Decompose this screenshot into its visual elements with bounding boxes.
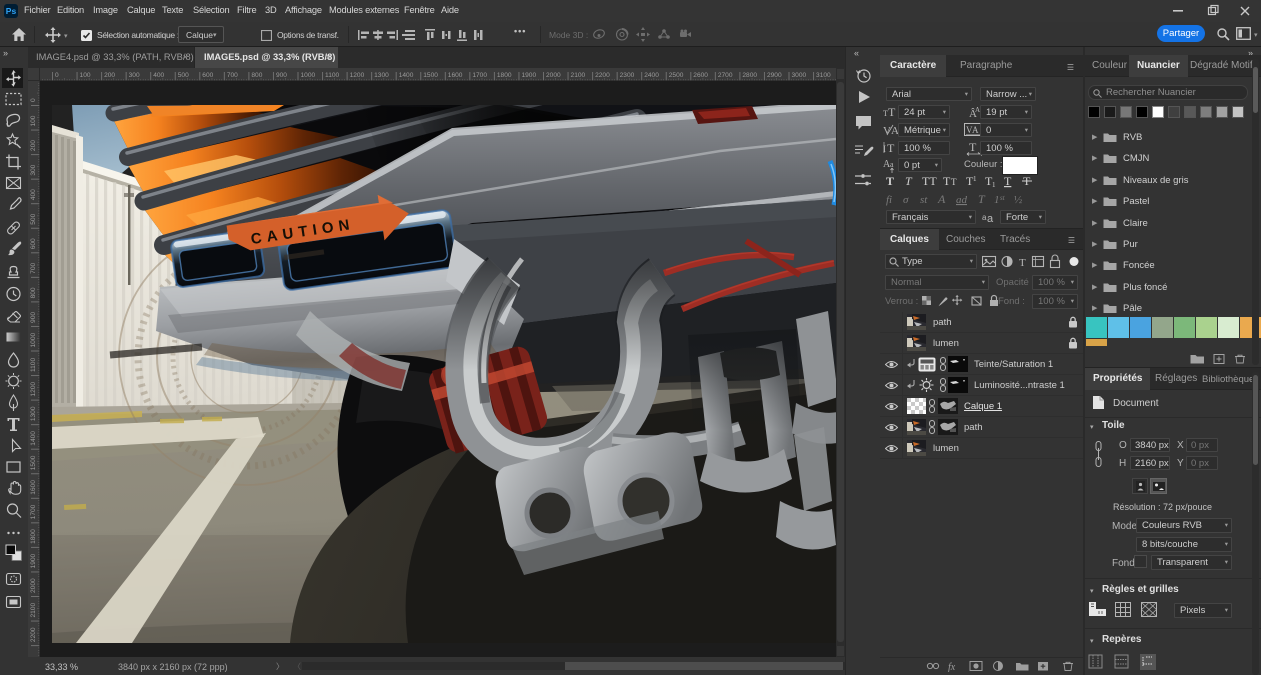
svg-text:1700: 1700 bbox=[30, 504, 37, 519]
svg-text:fi: fi bbox=[886, 194, 892, 206]
svg-text:T: T bbox=[886, 174, 894, 188]
svg-text:1: 1 bbox=[973, 175, 977, 183]
svg-text:400: 400 bbox=[30, 189, 37, 200]
svg-text:ad: ad bbox=[956, 194, 968, 206]
svg-text:1600: 1600 bbox=[448, 72, 463, 79]
svg-text:TT: TT bbox=[922, 174, 937, 188]
svg-text:1400: 1400 bbox=[30, 431, 37, 446]
svg-text:1900: 1900 bbox=[521, 72, 536, 79]
svg-text:A: A bbox=[972, 125, 979, 135]
svg-text:2900: 2900 bbox=[767, 72, 782, 79]
svg-text:2400: 2400 bbox=[644, 72, 659, 79]
svg-text:1700: 1700 bbox=[472, 72, 487, 79]
svg-text:1400: 1400 bbox=[399, 72, 414, 79]
svg-text:fx: fx bbox=[948, 662, 956, 672]
svg-text:200: 200 bbox=[30, 140, 37, 151]
svg-text:3100: 3100 bbox=[816, 72, 831, 79]
svg-text:2000: 2000 bbox=[30, 578, 37, 593]
svg-text:900: 900 bbox=[30, 312, 37, 323]
svg-text:σ: σ bbox=[903, 194, 909, 206]
svg-text:500: 500 bbox=[30, 213, 37, 224]
svg-text:1800: 1800 bbox=[497, 72, 512, 79]
svg-text:600: 600 bbox=[30, 238, 37, 249]
svg-text:1800: 1800 bbox=[30, 529, 37, 544]
svg-text:2800: 2800 bbox=[742, 72, 757, 79]
svg-text:2100: 2100 bbox=[571, 72, 586, 79]
svg-text:2500: 2500 bbox=[669, 72, 684, 79]
svg-text:2600: 2600 bbox=[693, 72, 708, 79]
svg-text:T: T bbox=[978, 192, 986, 206]
svg-text:2200: 2200 bbox=[30, 627, 37, 642]
svg-text:T: T bbox=[888, 105, 896, 119]
svg-text:1000: 1000 bbox=[301, 72, 316, 79]
svg-text:1500: 1500 bbox=[30, 455, 37, 470]
svg-text:900: 900 bbox=[276, 72, 287, 79]
svg-text:0: 0 bbox=[55, 72, 59, 79]
svg-text:1300: 1300 bbox=[30, 406, 37, 421]
svg-text:a: a bbox=[987, 213, 994, 224]
svg-text:T: T bbox=[951, 177, 957, 187]
svg-text:1600: 1600 bbox=[30, 480, 37, 495]
svg-text:2100: 2100 bbox=[30, 603, 37, 618]
svg-text:2000: 2000 bbox=[546, 72, 561, 79]
svg-text:T: T bbox=[1019, 257, 1026, 269]
svg-text:1: 1 bbox=[994, 194, 1000, 206]
svg-text:st: st bbox=[1000, 194, 1006, 202]
svg-text:T: T bbox=[887, 141, 895, 155]
svg-text:st: st bbox=[920, 194, 928, 206]
svg-text:3000: 3000 bbox=[792, 72, 807, 79]
svg-text:0: 0 bbox=[30, 98, 37, 102]
svg-text:T: T bbox=[943, 174, 951, 188]
svg-text:1300: 1300 bbox=[374, 72, 389, 79]
svg-text:500: 500 bbox=[178, 72, 189, 79]
svg-text:300: 300 bbox=[129, 72, 140, 79]
svg-text:1000: 1000 bbox=[30, 332, 37, 347]
svg-text:1500: 1500 bbox=[423, 72, 438, 79]
svg-text:800: 800 bbox=[251, 72, 262, 79]
svg-text:100: 100 bbox=[30, 115, 37, 126]
svg-text:I: I bbox=[883, 144, 886, 154]
svg-text:½: ½ bbox=[1014, 194, 1022, 206]
svg-text:1200: 1200 bbox=[350, 72, 365, 79]
svg-text:2300: 2300 bbox=[620, 72, 635, 79]
svg-text:800: 800 bbox=[30, 287, 37, 298]
svg-text:100: 100 bbox=[80, 72, 91, 79]
svg-text:1100: 1100 bbox=[30, 358, 37, 373]
svg-text:700: 700 bbox=[227, 72, 238, 79]
svg-text:T: T bbox=[1004, 174, 1012, 188]
svg-text:300: 300 bbox=[30, 164, 37, 175]
svg-text:T: T bbox=[905, 174, 913, 188]
svg-text:A: A bbox=[937, 192, 946, 206]
svg-text:2200: 2200 bbox=[595, 72, 610, 79]
svg-text:1: 1 bbox=[992, 181, 996, 189]
svg-text:1100: 1100 bbox=[325, 72, 340, 79]
svg-text:a: a bbox=[890, 160, 894, 169]
svg-text:T: T bbox=[969, 140, 977, 154]
svg-text:2700: 2700 bbox=[718, 72, 733, 79]
svg-text:1200: 1200 bbox=[30, 382, 37, 397]
svg-text:700: 700 bbox=[30, 263, 37, 274]
svg-text:600: 600 bbox=[202, 72, 213, 79]
svg-text:200: 200 bbox=[104, 72, 115, 79]
svg-text:1900: 1900 bbox=[30, 553, 37, 568]
svg-text:400: 400 bbox=[153, 72, 164, 79]
